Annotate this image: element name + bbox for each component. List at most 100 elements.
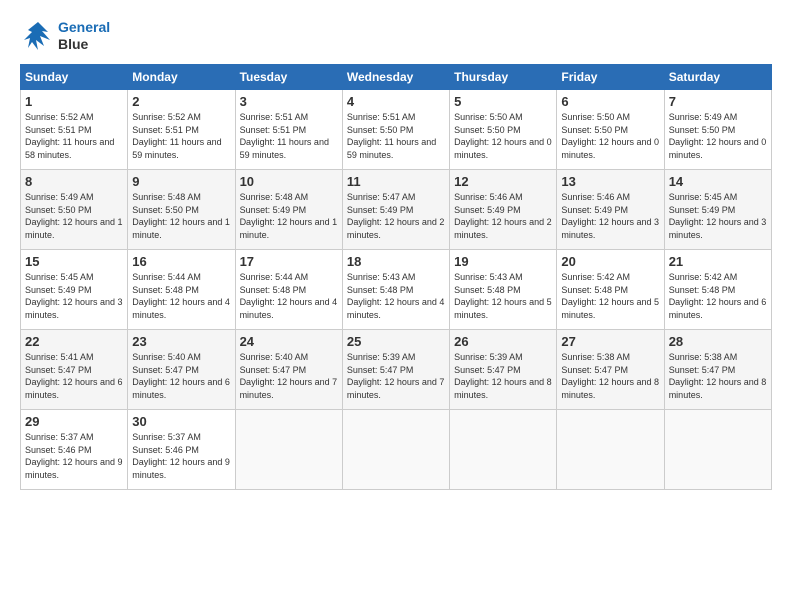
day-number: 25 bbox=[347, 334, 445, 349]
weekday-header-saturday: Saturday bbox=[664, 65, 771, 90]
header: General Blue bbox=[20, 18, 772, 54]
calendar-cell: 26Sunrise: 5:39 AM Sunset: 5:47 PM Dayli… bbox=[450, 330, 557, 410]
calendar-week-4: 22 Sunrise: 5:41 AM Sunset: 5:47 PM Dayli… bbox=[21, 330, 772, 410]
day-info: Sunrise: 5:46 AM Sunset: 5:49 PM Dayligh… bbox=[454, 191, 552, 241]
calendar-cell: 23 Sunrise: 5:40 AM Sunset: 5:47 PM Dayli… bbox=[128, 330, 235, 410]
day-info: Sunrise: 5:42 AM Sunset: 5:48 PM Dayligh… bbox=[669, 271, 767, 321]
calendar-cell: 28 Sunrise: 5:38 AM Sunset: 5:47 PM Dayli… bbox=[664, 330, 771, 410]
calendar-cell: 8 Sunrise: 5:49 AM Sunset: 5:50 PM Daylig… bbox=[21, 170, 128, 250]
calendar-cell bbox=[235, 410, 342, 490]
page: General Blue SundayMondayTuesdayWednesda… bbox=[0, 0, 792, 502]
calendar-header: SundayMondayTuesdayWednesdayThursdayFrid… bbox=[21, 65, 772, 90]
day-info: Sunrise: 5:49 AM Sunset: 5:50 PM Dayligh… bbox=[669, 111, 767, 161]
day-info: Sunrise: 5:43 AM Sunset: 5:48 PM Dayligh… bbox=[347, 271, 445, 321]
calendar-cell: 1 Sunrise: 5:52 AM Sunset: 5:51 PM Daylig… bbox=[21, 90, 128, 170]
calendar-cell: 13 Sunrise: 5:46 AM Sunset: 5:49 PM Dayli… bbox=[557, 170, 664, 250]
day-info: Sunrise: 5:39 AM Sunset: 5:47 PM Dayligh… bbox=[454, 351, 552, 401]
day-number: 3 bbox=[240, 94, 338, 109]
weekday-header-tuesday: Tuesday bbox=[235, 65, 342, 90]
day-number: 10 bbox=[240, 174, 338, 189]
calendar-cell: 20Sunrise: 5:42 AM Sunset: 5:48 PM Dayli… bbox=[557, 250, 664, 330]
day-number: 13 bbox=[561, 174, 659, 189]
day-info: Sunrise: 5:37 AM Sunset: 5:46 PM Dayligh… bbox=[132, 431, 230, 481]
weekday-header-sunday: Sunday bbox=[21, 65, 128, 90]
logo-text: General Blue bbox=[58, 19, 110, 53]
day-number: 4 bbox=[347, 94, 445, 109]
day-info: Sunrise: 5:49 AM Sunset: 5:50 PM Dayligh… bbox=[25, 191, 123, 241]
day-info: Sunrise: 5:51 AM Sunset: 5:50 PM Dayligh… bbox=[347, 111, 445, 161]
weekday-header-friday: Friday bbox=[557, 65, 664, 90]
day-number: 21 bbox=[669, 254, 767, 269]
weekday-header-wednesday: Wednesday bbox=[342, 65, 449, 90]
calendar-cell: 10Sunrise: 5:48 AM Sunset: 5:49 PM Dayli… bbox=[235, 170, 342, 250]
day-info: Sunrise: 5:40 AM Sunset: 5:47 PM Dayligh… bbox=[240, 351, 338, 401]
calendar-cell: 29 Sunrise: 5:37 AM Sunset: 5:46 PM Dayli… bbox=[21, 410, 128, 490]
logo-bird-icon bbox=[20, 18, 56, 54]
day-number: 24 bbox=[240, 334, 338, 349]
day-number: 7 bbox=[669, 94, 767, 109]
day-info: Sunrise: 5:52 AM Sunset: 5:51 PM Dayligh… bbox=[25, 111, 123, 161]
calendar-cell: 2Sunrise: 5:52 AM Sunset: 5:51 PM Daylig… bbox=[128, 90, 235, 170]
calendar-cell: 19 Sunrise: 5:43 AM Sunset: 5:48 PM Dayli… bbox=[450, 250, 557, 330]
calendar-cell: 17 Sunrise: 5:44 AM Sunset: 5:48 PM Dayli… bbox=[235, 250, 342, 330]
day-info: Sunrise: 5:43 AM Sunset: 5:48 PM Dayligh… bbox=[454, 271, 552, 321]
day-info: Sunrise: 5:52 AM Sunset: 5:51 PM Dayligh… bbox=[132, 111, 230, 161]
day-number: 29 bbox=[25, 414, 123, 429]
day-number: 15 bbox=[25, 254, 123, 269]
day-info: Sunrise: 5:38 AM Sunset: 5:47 PM Dayligh… bbox=[669, 351, 767, 401]
calendar-week-5: 29 Sunrise: 5:37 AM Sunset: 5:46 PM Dayli… bbox=[21, 410, 772, 490]
day-number: 17 bbox=[240, 254, 338, 269]
day-info: Sunrise: 5:45 AM Sunset: 5:49 PM Dayligh… bbox=[669, 191, 767, 241]
calendar-cell bbox=[664, 410, 771, 490]
weekday-header-thursday: Thursday bbox=[450, 65, 557, 90]
day-number: 6 bbox=[561, 94, 659, 109]
day-info: Sunrise: 5:41 AM Sunset: 5:47 PM Dayligh… bbox=[25, 351, 123, 401]
logo: General Blue bbox=[20, 18, 110, 54]
calendar-cell: 15Sunrise: 5:45 AM Sunset: 5:49 PM Dayli… bbox=[21, 250, 128, 330]
day-number: 27 bbox=[561, 334, 659, 349]
day-info: Sunrise: 5:50 AM Sunset: 5:50 PM Dayligh… bbox=[454, 111, 552, 161]
calendar-cell bbox=[557, 410, 664, 490]
day-number: 19 bbox=[454, 254, 552, 269]
calendar-cell: 18 Sunrise: 5:43 AM Sunset: 5:48 PM Dayli… bbox=[342, 250, 449, 330]
calendar-cell: 14 Sunrise: 5:45 AM Sunset: 5:49 PM Dayli… bbox=[664, 170, 771, 250]
day-number: 23 bbox=[132, 334, 230, 349]
day-info: Sunrise: 5:47 AM Sunset: 5:49 PM Dayligh… bbox=[347, 191, 445, 241]
calendar-cell: 21 Sunrise: 5:42 AM Sunset: 5:48 PM Dayli… bbox=[664, 250, 771, 330]
calendar-week-2: 8 Sunrise: 5:49 AM Sunset: 5:50 PM Daylig… bbox=[21, 170, 772, 250]
day-info: Sunrise: 5:38 AM Sunset: 5:47 PM Dayligh… bbox=[561, 351, 659, 401]
calendar-cell: 27 Sunrise: 5:38 AM Sunset: 5:47 PM Dayli… bbox=[557, 330, 664, 410]
calendar-cell: 4 Sunrise: 5:51 AM Sunset: 5:50 PM Daylig… bbox=[342, 90, 449, 170]
day-info: Sunrise: 5:44 AM Sunset: 5:48 PM Dayligh… bbox=[240, 271, 338, 321]
day-number: 28 bbox=[669, 334, 767, 349]
calendar-cell: 3Sunrise: 5:51 AM Sunset: 5:51 PM Daylig… bbox=[235, 90, 342, 170]
day-number: 30 bbox=[132, 414, 230, 429]
day-number: 8 bbox=[25, 174, 123, 189]
calendar-body: 1 Sunrise: 5:52 AM Sunset: 5:51 PM Daylig… bbox=[21, 90, 772, 490]
calendar-cell: 24 Sunrise: 5:40 AM Sunset: 5:47 PM Dayli… bbox=[235, 330, 342, 410]
day-info: Sunrise: 5:46 AM Sunset: 5:49 PM Dayligh… bbox=[561, 191, 659, 241]
day-number: 16 bbox=[132, 254, 230, 269]
day-info: Sunrise: 5:39 AM Sunset: 5:47 PM Dayligh… bbox=[347, 351, 445, 401]
calendar-cell: 6 Sunrise: 5:50 AM Sunset: 5:50 PM Daylig… bbox=[557, 90, 664, 170]
calendar-cell: 5Sunrise: 5:50 AM Sunset: 5:50 PM Daylig… bbox=[450, 90, 557, 170]
day-number: 14 bbox=[669, 174, 767, 189]
day-number: 11 bbox=[347, 174, 445, 189]
calendar-cell: 25 Sunrise: 5:39 AM Sunset: 5:47 PM Dayli… bbox=[342, 330, 449, 410]
calendar-cell bbox=[342, 410, 449, 490]
day-info: Sunrise: 5:48 AM Sunset: 5:50 PM Dayligh… bbox=[132, 191, 230, 241]
day-info: Sunrise: 5:50 AM Sunset: 5:50 PM Dayligh… bbox=[561, 111, 659, 161]
day-number: 18 bbox=[347, 254, 445, 269]
calendar-cell: 16Sunrise: 5:44 AM Sunset: 5:48 PM Dayli… bbox=[128, 250, 235, 330]
calendar-week-3: 15Sunrise: 5:45 AM Sunset: 5:49 PM Dayli… bbox=[21, 250, 772, 330]
day-number: 22 bbox=[25, 334, 123, 349]
calendar-cell: 7 Sunrise: 5:49 AM Sunset: 5:50 PM Daylig… bbox=[664, 90, 771, 170]
calendar-cell: 22 Sunrise: 5:41 AM Sunset: 5:47 PM Dayli… bbox=[21, 330, 128, 410]
day-number: 1 bbox=[25, 94, 123, 109]
day-info: Sunrise: 5:40 AM Sunset: 5:47 PM Dayligh… bbox=[132, 351, 230, 401]
calendar-cell: 12Sunrise: 5:46 AM Sunset: 5:49 PM Dayli… bbox=[450, 170, 557, 250]
day-number: 20 bbox=[561, 254, 659, 269]
calendar-cell bbox=[450, 410, 557, 490]
day-number: 9 bbox=[132, 174, 230, 189]
day-info: Sunrise: 5:37 AM Sunset: 5:46 PM Dayligh… bbox=[25, 431, 123, 481]
